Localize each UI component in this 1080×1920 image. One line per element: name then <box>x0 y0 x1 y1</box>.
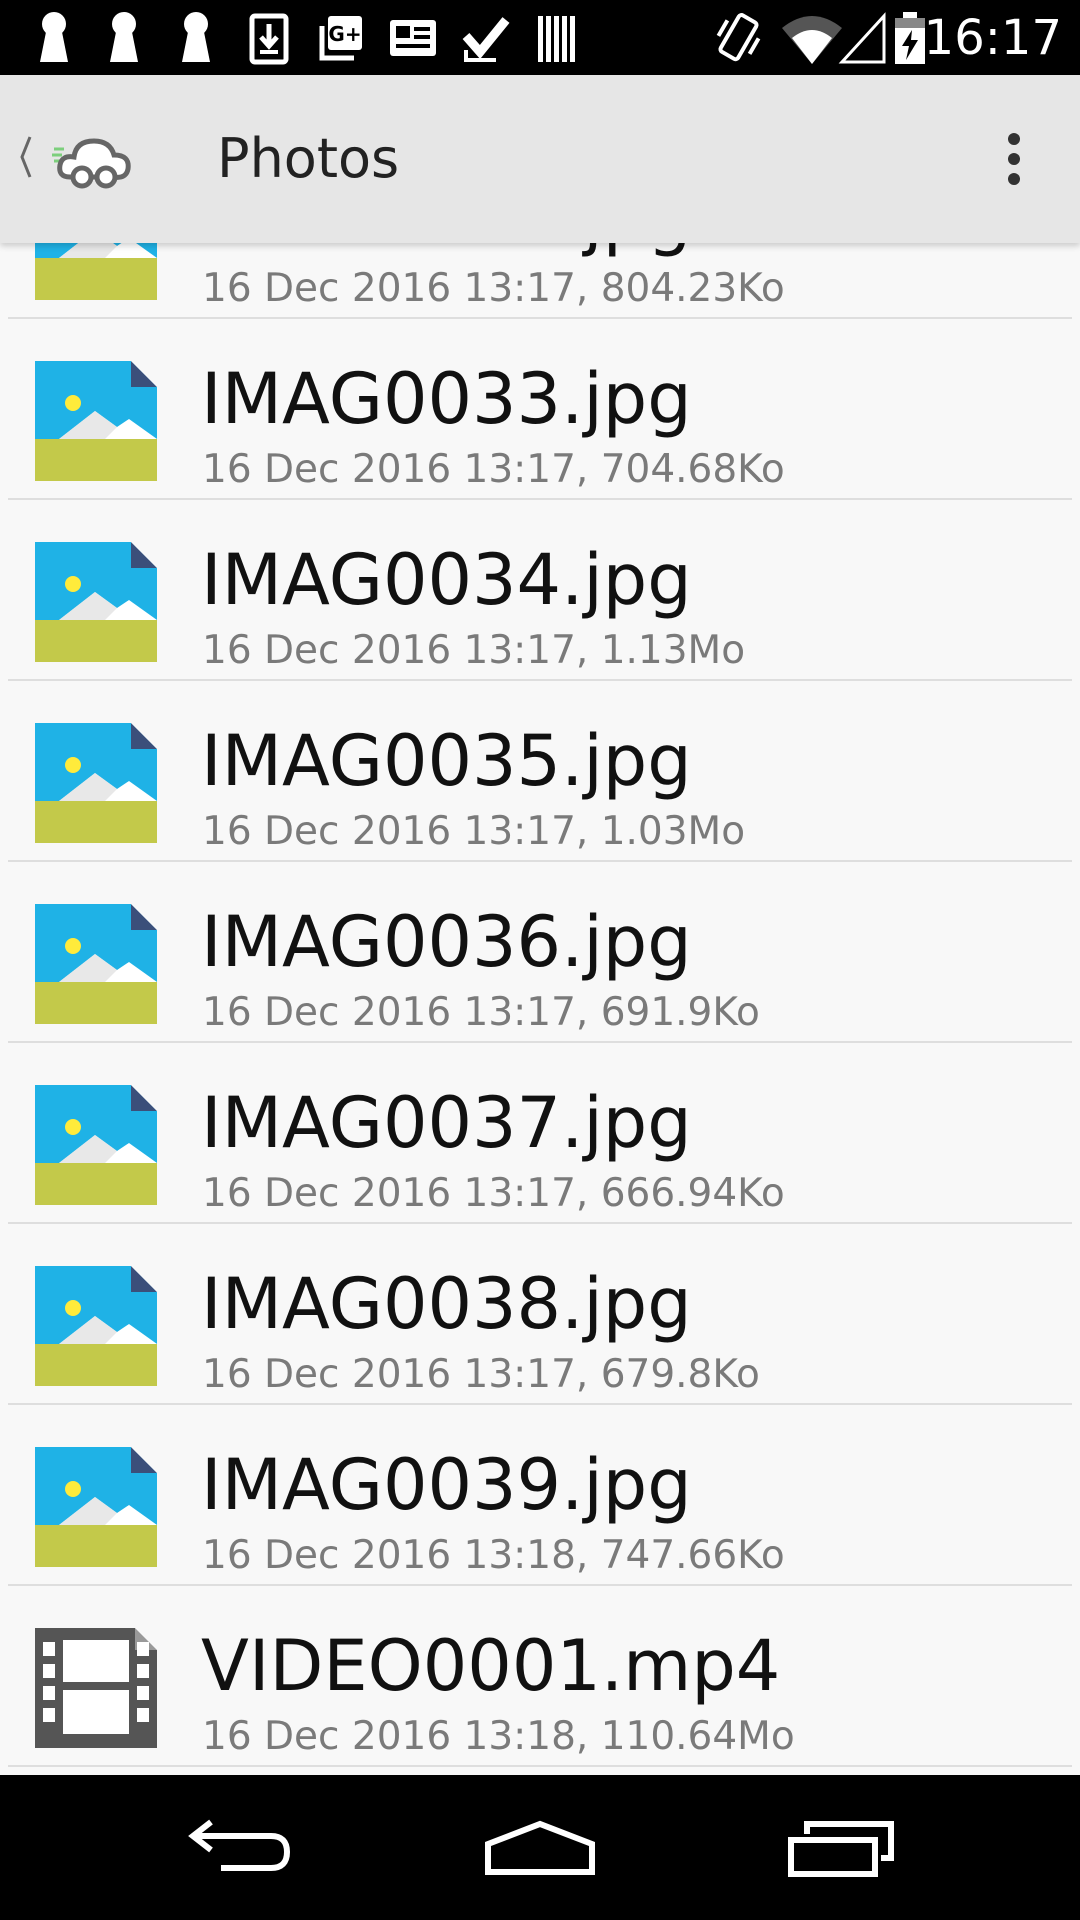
wifi-icon <box>782 16 842 64</box>
file-list-item[interactable]: IMAG0035.jpg 16 Dec 2016 13:17, 1.03Mo <box>0 681 1080 862</box>
image-file-icon <box>35 904 157 1024</box>
google-plus-icon: G+ <box>319 16 362 61</box>
file-name: IMAG0038.jpg <box>201 1263 692 1345</box>
back-button[interactable] <box>150 1775 330 1920</box>
home-icon <box>485 1820 595 1875</box>
file-meta: 16 Dec 2016 13:17, 1.03Mo <box>202 809 746 854</box>
file-name: IMAG0035.jpg <box>201 720 692 802</box>
navigation-bar <box>0 1775 1080 1920</box>
file-list-scroll: IMAG0032.jpg16 Dec 2016 13:17, 804.23Ko … <box>0 243 1080 1767</box>
file-meta: 16 Dec 2016 13:17, 666.94Ko <box>202 1171 785 1216</box>
recent-apps-icon <box>788 1820 894 1877</box>
file-meta: 16 Dec 2016 13:18, 747.66Ko <box>202 1533 785 1578</box>
file-meta: 16 Dec 2016 13:17, 804.23Ko <box>202 266 785 311</box>
file-list-item[interactable]: VIDEO0001.mp4 16 Dec 2016 13:18, 110.64Mo <box>0 1586 1080 1767</box>
keyhole-icon <box>40 12 68 62</box>
file-meta: 16 Dec 2016 13:17, 691.9Ko <box>202 990 760 1035</box>
keyhole-icon <box>182 12 210 62</box>
svg-text:G+: G+ <box>328 22 361 46</box>
keyhole-icon <box>110 12 138 62</box>
image-file-icon <box>35 243 157 300</box>
home-button[interactable] <box>450 1775 630 1920</box>
vibrate-icon <box>716 13 761 62</box>
file-list-item[interactable]: IMAG0036.jpg 16 Dec 2016 13:17, 691.9Ko <box>0 862 1080 1043</box>
file-list-item[interactable]: IMAG0039.jpg 16 Dec 2016 13:18, 747.66Ko <box>0 1405 1080 1586</box>
file-name: IMAG0039.jpg <box>201 1444 692 1526</box>
app-bar: Photos <box>0 75 1080 243</box>
divider <box>8 1765 1072 1767</box>
image-file-icon <box>35 1266 157 1386</box>
check-icon <box>462 17 510 62</box>
back-arrow-icon <box>188 1819 291 1871</box>
file-list-item[interactable]: IMAG0034.jpg 16 Dec 2016 13:17, 1.13Mo <box>0 500 1080 681</box>
overflow-menu-icon[interactable] <box>990 127 1038 191</box>
barcode-icon <box>538 16 575 62</box>
file-meta: 16 Dec 2016 13:18, 110.64Mo <box>202 1714 795 1759</box>
app-logo-cloud-icon[interactable] <box>48 119 136 199</box>
file-name: IMAG0037.jpg <box>201 1082 692 1164</box>
file-list-item[interactable]: IMAG0032.jpg 16 Dec 2016 13:17, 804.23Ko <box>0 243 1080 319</box>
recent-apps-button[interactable] <box>752 1775 932 1920</box>
file-list-item[interactable]: IMAG0037.jpg 16 Dec 2016 13:17, 666.94Ko <box>0 1043 1080 1224</box>
file-name: IMAG0033.jpg <box>201 358 692 440</box>
file-name: IMAG0034.jpg <box>201 539 692 621</box>
image-file-icon <box>35 1085 157 1205</box>
news-card-icon <box>390 20 436 56</box>
file-list-item[interactable]: IMAG0038.jpg 16 Dec 2016 13:17, 679.8Ko <box>0 1224 1080 1405</box>
file-name: VIDEO0001.mp4 <box>201 1625 781 1707</box>
signal-icon <box>838 12 886 64</box>
file-meta: 16 Dec 2016 13:17, 679.8Ko <box>202 1352 760 1397</box>
file-name: IMAG0032.jpg <box>201 243 692 260</box>
video-file-icon <box>35 1628 157 1748</box>
back-chevron-icon[interactable] <box>16 131 36 183</box>
file-meta: 16 Dec 2016 13:17, 704.68Ko <box>202 447 785 492</box>
image-file-icon <box>35 723 157 843</box>
status-time: 16:17 <box>923 10 1062 66</box>
download-icon <box>249 13 289 65</box>
file-list-item[interactable]: IMAG0033.jpg 16 Dec 2016 13:17, 704.68Ko <box>0 319 1080 500</box>
file-name: IMAG0036.jpg <box>201 901 692 983</box>
status-bar: G+ 16:17 <box>0 0 1080 75</box>
file-list[interactable]: IMAG0032.jpg16 Dec 2016 13:17, 804.23Ko … <box>0 243 1080 1775</box>
battery-charging-icon <box>895 12 925 64</box>
file-meta: 16 Dec 2016 13:17, 1.13Mo <box>202 628 746 673</box>
image-file-icon <box>35 1447 157 1567</box>
image-file-icon <box>35 542 157 662</box>
page-title: Photos <box>217 127 400 190</box>
image-file-icon <box>35 361 157 481</box>
